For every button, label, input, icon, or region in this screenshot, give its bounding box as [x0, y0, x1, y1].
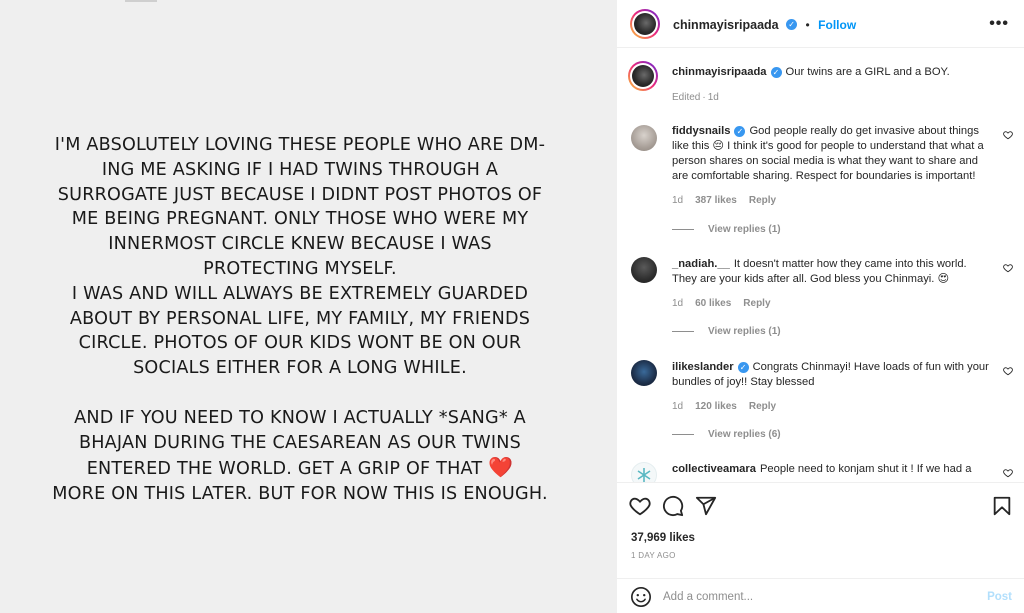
comment-meta: 1d 120 likes Reply — [672, 401, 776, 412]
caption: chinmayisripaada ✓ Our twins are a GIRL an… — [617, 61, 1024, 121]
comment-username[interactable]: _nadiah.__ — [672, 258, 730, 270]
media-line: INNERMOST CIRCLE KNEW BECAUSE I WAS — [108, 234, 492, 255]
comment-username[interactable]: fiddysnails — [672, 125, 730, 137]
caption-body: Our twins are a GIRL and a BOY. — [785, 66, 950, 78]
avatar-photo — [634, 13, 656, 35]
comments-list[interactable]: chinmayisripaada ✓ Our twins are a GIRL an… — [617, 49, 1024, 482]
replies-line — [672, 330, 694, 332]
media-line: I'M ABSOLUTELY LOVING THESE PEOPLE WHO A… — [54, 135, 546, 155]
comment-like-icon[interactable] — [1003, 366, 1013, 376]
comment-text: fiddysnails ✓ God people really do get inv… — [672, 124, 992, 184]
view-replies-label[interactable]: View replies (1) — [708, 224, 781, 235]
media-line: ING ME ASKING IF I HAD TWINS THROUGH A — [101, 159, 499, 180]
snowflake-icon — [637, 468, 651, 482]
edited-label: Edited — [672, 92, 701, 103]
media-text: I'M ABSOLUTELY LOVING THESE PEOPLE WHO A… — [0, 133, 600, 507]
media-line: MORE ON THIS LATER. BUT FOR NOW THIS IS … — [52, 484, 548, 505]
comment-likes[interactable]: 387 likes — [695, 195, 737, 206]
comment-likes[interactable]: 60 likes — [695, 298, 731, 309]
comment-time: 1d — [672, 298, 684, 309]
verified-icon: ✓ — [786, 19, 798, 31]
share-icon[interactable] — [695, 495, 717, 517]
comment-meta: 1d 60 likes Reply — [672, 298, 771, 309]
post-date: 1 DAY AGO — [631, 551, 676, 560]
verified-icon: ✓ — [737, 361, 749, 373]
media-line: BHAJAN DURING THE CAESAREAN AS OUR TWINS — [78, 432, 521, 453]
separator-dot: • — [805, 18, 810, 32]
media-line: CIRCLE. PHOTOS OF OUR KIDS WONT BE ON OU… — [78, 333, 522, 354]
post-actions: 37,969 likes 1 DAY AGO Post — [617, 482, 1024, 613]
follow-button[interactable]: Follow — [818, 18, 856, 32]
bookmark-icon[interactable] — [991, 495, 1013, 517]
media-line: ENTERED THE WORLD. GET A GRIP OF THAT ❤️ — [0, 455, 600, 482]
caption-username[interactable]: chinmayisripaada — [672, 66, 767, 78]
heart-icon[interactable] — [629, 495, 651, 517]
add-comment-bar: Post — [617, 578, 1024, 613]
caption-text: chinmayisripaada ✓ Our twins are a GIRL an… — [672, 65, 992, 80]
avatar-photo — [632, 65, 654, 87]
meta-dot: · — [702, 92, 706, 103]
comment-avatar[interactable] — [631, 360, 657, 386]
replies-line — [672, 433, 694, 435]
reply-button[interactable]: Reply — [749, 195, 776, 206]
comment-item: _nadiah.__ It doesn't matter how they cam… — [617, 255, 1024, 345]
comment-text: collectiveamara People need to konjam shu… — [672, 462, 992, 477]
more-options-icon[interactable]: ••• — [989, 15, 1009, 33]
comment-username[interactable]: ilikeslander — [672, 361, 734, 373]
post-sidebar: chinmayisripaada ✓ • Follow ••• chinmayi… — [616, 0, 1024, 613]
comment-text: ilikeslander ✓ Congrats Chinmayi! Have loa… — [672, 360, 992, 390]
caption-avatar[interactable] — [628, 61, 658, 91]
media-edge-mark — [125, 0, 157, 2]
view-replies-label[interactable]: View replies (6) — [708, 429, 781, 440]
media-line: ABOUT BY PERSONAL LIFE, MY FAMILY, MY FR… — [69, 308, 531, 329]
post-media[interactable]: I'M ABSOLUTELY LOVING THESE PEOPLE WHO A… — [0, 0, 616, 613]
verified-icon: ✓ — [734, 125, 746, 137]
comment-like-icon[interactable] — [1003, 130, 1013, 140]
comment-like-icon[interactable] — [1003, 263, 1013, 273]
heart-emoji: ❤️ — [488, 455, 514, 480]
comment-item: ilikeslander ✓ Congrats Chinmayi! Have loa… — [617, 358, 1024, 448]
comment-text: _nadiah.__ It doesn't matter how they cam… — [672, 257, 992, 287]
comment-meta: 1d 387 likes Reply — [672, 195, 776, 206]
comment-item: fiddysnails ✓ God people really do get inv… — [617, 122, 1024, 235]
comment-input[interactable] — [663, 587, 963, 607]
comment-item: collectiveamara People need to konjam shu… — [617, 460, 1024, 482]
post-button[interactable]: Post — [987, 591, 1012, 603]
view-replies-label[interactable]: View replies (1) — [708, 326, 781, 337]
comment-avatar[interactable] — [631, 125, 657, 151]
caption-time: 1d — [707, 92, 719, 103]
view-replies[interactable]: View replies (1) — [672, 326, 781, 337]
comment-time: 1d — [672, 195, 684, 206]
media-line: SURROGATE JUST BECAUSE I DIDNT POST PHOT… — [57, 184, 543, 205]
media-line: I WAS AND WILL ALWAYS BE EXTREMELY GUARD… — [71, 283, 529, 304]
media-line: ME BEING PREGNANT. ONLY THOSE WHO WERE M… — [71, 209, 529, 230]
comment-avatar[interactable] — [631, 462, 657, 482]
comment-likes[interactable]: 120 likes — [695, 401, 737, 412]
media-line: PROTECTING MYSELF. — [203, 258, 397, 279]
caption-meta: Edited · 1d — [672, 92, 731, 103]
comment-icon[interactable] — [662, 495, 684, 517]
view-replies[interactable]: View replies (6) — [672, 429, 781, 440]
author-avatar[interactable] — [630, 9, 660, 39]
comment-time: 1d — [672, 401, 684, 412]
reply-button[interactable]: Reply — [749, 401, 776, 412]
post-header: chinmayisripaada ✓ • Follow ••• — [617, 0, 1024, 48]
comment-avatar[interactable] — [631, 257, 657, 283]
replies-line — [672, 228, 694, 230]
view-replies[interactable]: View replies (1) — [672, 224, 781, 235]
media-line-text: ENTERED THE WORLD. GET A GRIP OF THAT — [86, 459, 483, 480]
verified-icon: ✓ — [770, 66, 782, 78]
reply-button[interactable]: Reply — [743, 298, 770, 309]
media-line: SOCIALS EITHER FOR A LONG WHILE. — [133, 358, 467, 379]
comment-body: People need to konjam shut it ! If we ha… — [759, 463, 972, 475]
comment-username[interactable]: collectiveamara — [672, 463, 756, 475]
likes-count[interactable]: 37,969 likes — [631, 532, 695, 544]
comment-like-icon[interactable] — [1003, 468, 1013, 478]
media-line: AND IF YOU NEED TO KNOW I ACTUALLY *SANG… — [74, 407, 526, 428]
header-user: chinmayisripaada ✓ • Follow — [673, 16, 856, 34]
emoji-icon[interactable] — [630, 586, 652, 608]
author-username[interactable]: chinmayisripaada — [673, 18, 779, 32]
